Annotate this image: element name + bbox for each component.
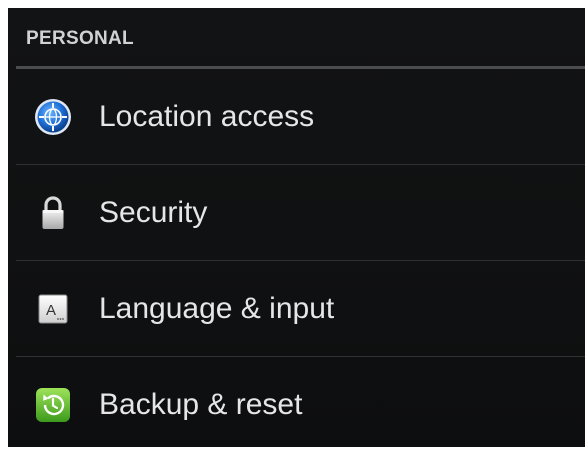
svg-text:A: A <box>46 302 56 319</box>
settings-item-label: Location access <box>99 99 315 133</box>
settings-item-label: Security <box>99 195 208 229</box>
section-header-personal: PERSONAL <box>26 28 134 49</box>
location-globe-icon <box>32 96 74 138</box>
lock-icon <box>32 192 74 234</box>
settings-panel: PERSONAL Location access Security A Lang… <box>8 8 585 447</box>
keyboard-a-icon: A <box>32 288 74 330</box>
settings-item-location-access[interactable]: Location access <box>8 69 585 164</box>
settings-item-backup-reset[interactable]: Backup & reset <box>8 357 585 452</box>
settings-item-label: Backup & reset <box>99 387 303 421</box>
backup-restore-icon <box>32 384 74 426</box>
settings-item-language-input[interactable]: A Language & input <box>8 261 585 356</box>
settings-item-security[interactable]: Security <box>8 165 585 260</box>
settings-item-label: Language & input <box>99 291 335 325</box>
